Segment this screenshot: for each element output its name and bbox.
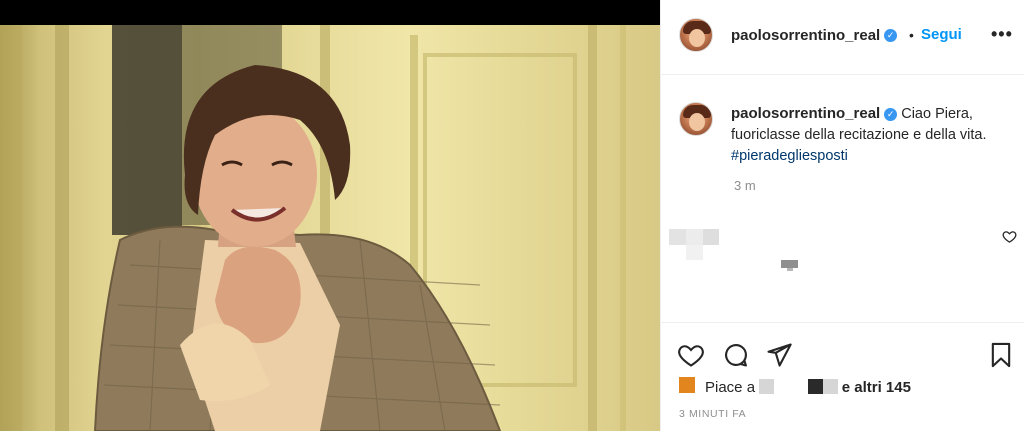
likes-count[interactable]: e altri 145 bbox=[842, 379, 911, 396]
bookmark-icon[interactable] bbox=[987, 341, 1015, 369]
post-timestamp: 3 MINUTI FA bbox=[679, 408, 747, 420]
redacted-liker bbox=[822, 379, 838, 394]
photo-top-letterbox bbox=[0, 0, 660, 25]
author-avatar[interactable] bbox=[679, 18, 713, 52]
redacted-block bbox=[686, 229, 703, 245]
redacted-block bbox=[787, 268, 793, 271]
verified-badge-icon: ✓ bbox=[884, 107, 898, 121]
post-photo[interactable] bbox=[0, 25, 660, 431]
caption-timestamp: 3 m bbox=[734, 178, 756, 193]
photo-illustration bbox=[0, 25, 626, 431]
post-side-panel: paolosorrentino_real ✓ • Segui ••• paolos… bbox=[660, 0, 1024, 431]
author-username[interactable]: paolosorrentino_real bbox=[731, 27, 880, 44]
redacted-block bbox=[781, 260, 798, 268]
caption-hashtag[interactable]: #pieradegliesposti bbox=[731, 148, 848, 164]
liker-avatar[interactable] bbox=[679, 377, 695, 393]
redacted-block bbox=[686, 245, 703, 260]
verified-badge-icon: ✓ bbox=[884, 29, 898, 43]
redacted-liker bbox=[807, 379, 823, 394]
follow-button[interactable]: Segui bbox=[921, 26, 962, 43]
caption-author-username[interactable]: paolosorrentino_real bbox=[731, 105, 880, 122]
author-username-row: paolosorrentino_real ✓ bbox=[731, 27, 898, 45]
heart-icon[interactable] bbox=[677, 341, 705, 369]
paper-plane-icon[interactable] bbox=[765, 341, 793, 369]
comment-like-heart-icon[interactable] bbox=[1002, 229, 1017, 244]
caption-author-avatar[interactable] bbox=[679, 102, 713, 136]
post-actions-section: Piace a e altri 145 3 MINUTI FA bbox=[661, 322, 1024, 431]
redacted-liker bbox=[759, 379, 775, 394]
redacted-block bbox=[669, 229, 686, 245]
header-separator: • bbox=[909, 27, 914, 43]
post-caption: paolosorrentino_real ✓ Ciao Piera, fuoric… bbox=[731, 103, 1011, 167]
more-dots-icon[interactable]: ••• bbox=[991, 24, 1013, 45]
post-photo-panel bbox=[0, 0, 660, 431]
comment-icon[interactable] bbox=[722, 341, 750, 369]
redacted-block bbox=[703, 229, 719, 245]
likes-prefix: Piace a bbox=[705, 379, 756, 396]
likes-summary[interactable]: Piace a e altri 145 bbox=[705, 379, 911, 396]
post-header: paolosorrentino_real ✓ • Segui ••• bbox=[661, 0, 1024, 75]
